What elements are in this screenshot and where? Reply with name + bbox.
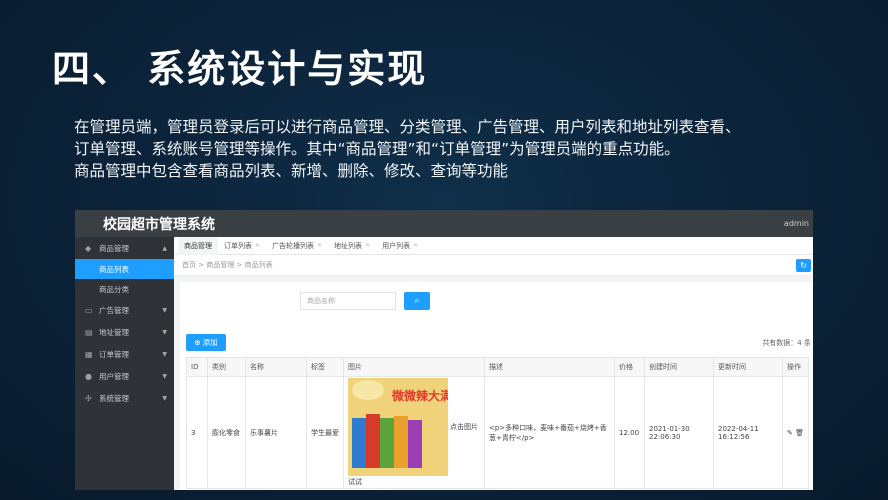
column-header: 图片 <box>343 357 485 377</box>
user-menu[interactable]: admin <box>784 219 809 228</box>
search-icon: ⌕ <box>414 296 420 306</box>
refresh-icon[interactable]: ↻ <box>796 259 811 272</box>
close-icon[interactable]: ✕ <box>255 242 260 249</box>
app-header: 校园超市管理系统 admin <box>75 210 813 237</box>
sidebar-item-label: 订单管理 <box>99 349 129 359</box>
sidebar-item-goods-list[interactable]: 商品列表 <box>75 259 174 279</box>
sidebar-item-goods[interactable]: ◆ 商品管理 ▲ <box>75 237 174 259</box>
chevron-down-icon: ▼ <box>162 372 167 380</box>
column-header: 标签 <box>306 357 344 377</box>
order-icon: ▦ <box>85 349 93 359</box>
tag-icon: ◆ <box>85 243 92 253</box>
goods-table: ID 类别 名称 标签 图片 描述 价格 创建时间 更新时间 操作 3 膨化零食… <box>186 357 809 489</box>
tab-addresses[interactable]: 地址列表 ✕ <box>328 237 376 255</box>
app-title: 校园超市管理系统 <box>103 216 215 233</box>
edit-icon[interactable]: ✎ 🗑 <box>787 429 804 437</box>
tab-users[interactable]: 用户列表 ✕ <box>376 237 424 255</box>
total-count: 共有数据：4 条 <box>762 339 811 347</box>
slide-title: 四、 系统设计与实现 <box>52 47 428 91</box>
user-icon: ● <box>85 371 92 381</box>
ad-icon: ▭ <box>85 305 93 315</box>
sidebar-item-label: 地址管理 <box>99 327 129 337</box>
tab-ad-carousel[interactable]: 广告轮播列表 ✕ <box>266 237 328 255</box>
tab-label: 商品管理 <box>184 241 212 250</box>
search-bar: 商品名称 ⌕ <box>300 292 430 310</box>
sidebar-item-orders[interactable]: ▦ 订单管理 ▼ <box>75 343 174 365</box>
add-label: 添加 <box>202 338 218 347</box>
cell-id: 3 <box>186 376 208 489</box>
sidebar-item-label: 系统管理 <box>99 393 129 403</box>
sidebar-item-goods-category[interactable]: 商品分类 <box>75 279 174 299</box>
image-test: 试试 <box>348 478 362 486</box>
table-row[interactable]: 3 膨化零食 乐事薯片 学生最爱 微微辣大满 点击图片 试试 <p>多种口味，麦… <box>186 376 809 489</box>
add-button[interactable]: ⊕ 添加 <box>186 334 226 351</box>
tab-label: 订单列表 <box>224 241 252 250</box>
chevron-down-icon: ▼ <box>162 328 167 336</box>
cell-price: 12.00 <box>614 376 645 489</box>
column-header: 类别 <box>207 357 246 377</box>
slide-description: 在管理员端，管理员登录后可以进行商品管理、分类管理、广告管理、用户列表和地址列表… <box>74 116 741 182</box>
chips-image: 微微辣大满足 <box>348 378 448 476</box>
address-icon: ▤ <box>85 327 93 337</box>
column-header: 价格 <box>614 357 645 377</box>
chevron-down-icon: ▼ <box>162 306 167 314</box>
tab-bar: 商品管理 订单列表 ✕ 广告轮播列表 ✕ 地址列表 ✕ 用户列表 ✕ <box>174 236 813 255</box>
desc-line: 在管理员端，管理员登录后可以进行商品管理、分类管理、广告管理、用户列表和地址列表… <box>74 118 741 136</box>
column-header: 创建时间 <box>644 357 714 377</box>
cell-tag: 学生最爱 <box>306 376 344 489</box>
tab-goods[interactable]: 商品管理 <box>178 236 218 255</box>
column-header: 名称 <box>245 357 307 377</box>
sidebar-item-address[interactable]: ▤ 地址管理 ▼ <box>75 321 174 343</box>
chevron-down-icon: ▼ <box>162 350 167 358</box>
settings-icon: ✣ <box>85 393 92 403</box>
sidebar-item-label: 广告管理 <box>99 305 129 315</box>
column-header: 操作 <box>782 357 809 377</box>
cell-updated: 2022-04-11 16:12:56 <box>713 376 783 489</box>
plus-icon: ⊕ <box>194 338 201 347</box>
sidebar-item-users[interactable]: ● 用户管理 ▼ <box>75 365 174 387</box>
chevron-down-icon: ▼ <box>162 394 167 402</box>
search-input[interactable]: 商品名称 <box>300 292 396 310</box>
column-header: 描述 <box>484 357 615 377</box>
cell-actions: ✎ 🗑 <box>782 376 809 489</box>
sidebar-item-label: 用户管理 <box>99 371 129 381</box>
tab-label: 用户列表 <box>382 241 411 250</box>
admin-screenshot: 校园超市管理系统 admin ◆ 商品管理 ▲ 商品列表 商品分类 ▭ 广告管理… <box>75 210 813 490</box>
close-icon[interactable]: ✕ <box>365 242 370 249</box>
chevron-up-icon: ▲ <box>162 244 167 252</box>
breadcrumb: 首页 > 商品管理 > 商品列表 ↻ <box>174 255 813 276</box>
cell-category: 膨化零食 <box>207 376 246 489</box>
breadcrumb-text: 首页 > 商品管理 > 商品列表 <box>182 261 273 269</box>
tab-orders[interactable]: 订单列表 ✕ <box>218 237 266 255</box>
column-header: ID <box>186 357 208 377</box>
goods-panel: 商品名称 ⌕ ⊕ 添加 共有数据：4 条 ID 类别 名称 标签 图片 描述 价格 <box>180 282 813 490</box>
close-icon[interactable]: ✕ <box>413 242 418 249</box>
desc-line: 订单管理、系统账号管理等操作。其中“商品管理”和“订单管理”为管理员端的重点功能… <box>74 140 680 158</box>
tab-label: 地址列表 <box>334 241 363 250</box>
tab-label: 广告轮播列表 <box>272 241 315 250</box>
sidebar-item-ads[interactable]: ▭ 广告管理 ▼ <box>75 299 174 321</box>
column-header: 更新时间 <box>713 357 783 377</box>
sidebar: ◆ 商品管理 ▲ 商品列表 商品分类 ▭ 广告管理 ▼ ▤ 地址管理 ▼ ▦ 订… <box>75 237 174 490</box>
close-icon[interactable]: ✕ <box>317 242 322 249</box>
cell-description: <p>多种口味，麦味+番茄+烧烤+香葱+青柠</p> <box>484 376 615 489</box>
image-caption: 点击图片 <box>450 423 478 431</box>
cell-image: 微微辣大满足 点击图片 试试 <box>343 376 485 489</box>
sidebar-item-system[interactable]: ✣ 系统管理 ▼ <box>75 387 174 409</box>
sidebar-item-label: 商品管理 <box>99 243 129 253</box>
cell-name: 乐事薯片 <box>245 376 307 489</box>
main-content: 商品管理 订单列表 ✕ 广告轮播列表 ✕ 地址列表 ✕ 用户列表 ✕ 首页 > 商品管理… <box>174 236 813 490</box>
product-image[interactable]: 微微辣大满足 <box>348 378 448 476</box>
table-header-row: ID 类别 名称 标签 图片 描述 价格 创建时间 更新时间 操作 <box>186 357 809 377</box>
desc-line: 商品管理中包含查看商品列表、新增、删除、修改、查询等功能 <box>74 162 509 180</box>
cell-created: 2021-01-30 22:06:30 <box>644 376 714 489</box>
search-button[interactable]: ⌕ <box>404 292 430 310</box>
image-lettering: 微微辣大满足 <box>391 388 448 403</box>
